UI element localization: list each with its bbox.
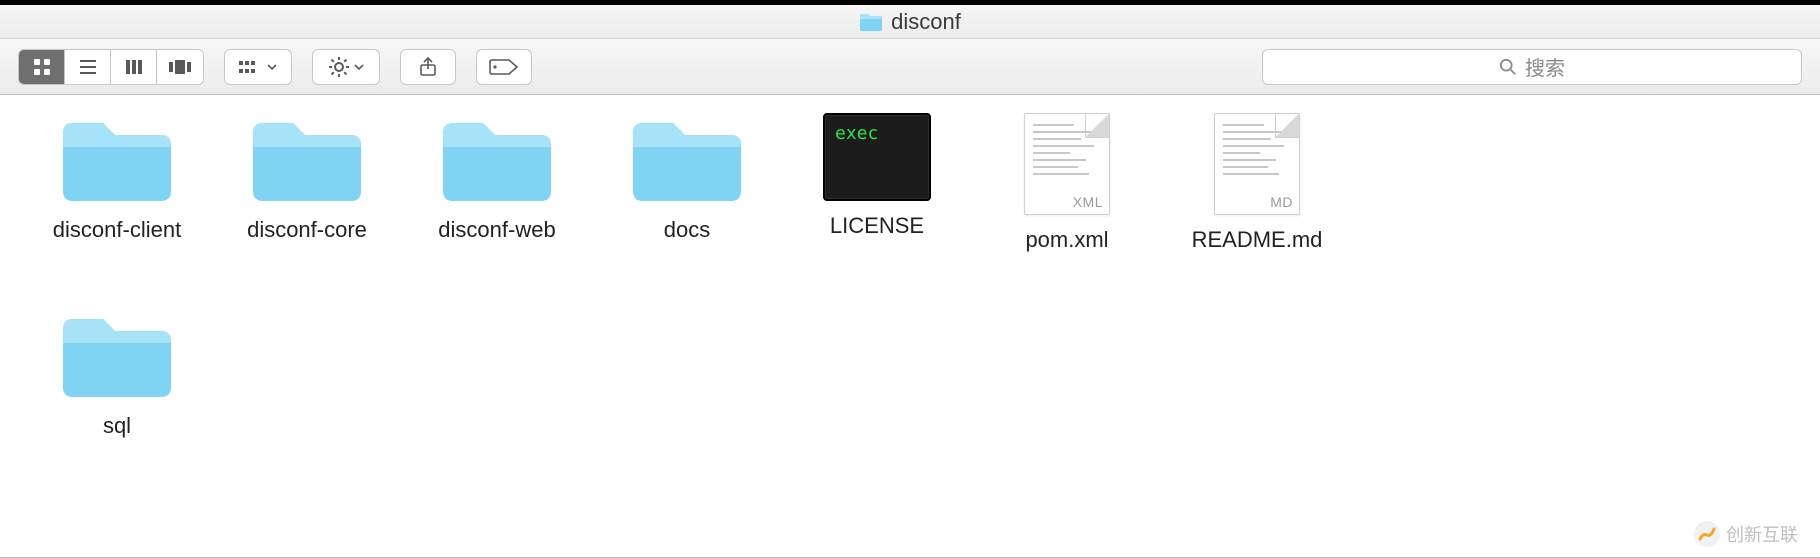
title-folder-chip: disconf xyxy=(859,9,961,35)
file-label: disconf-client xyxy=(53,217,181,243)
file-item[interactable]: disconf-web xyxy=(402,113,592,253)
document-icon: MD xyxy=(1214,113,1300,215)
file-label: disconf-core xyxy=(247,217,367,243)
file-item[interactable]: exec LICENSE xyxy=(782,113,972,253)
arrange-button[interactable] xyxy=(224,49,292,85)
file-label: disconf-web xyxy=(438,217,555,243)
file-item[interactable]: disconf-client xyxy=(22,113,212,253)
view-columns-button[interactable] xyxy=(111,50,157,84)
grid-icon xyxy=(32,57,52,77)
search-input[interactable]: 搜索 xyxy=(1262,49,1802,85)
arrange-icon xyxy=(239,59,263,75)
file-item[interactable]: XML pom.xml xyxy=(972,113,1162,253)
watermark-text: 创新互联 xyxy=(1726,521,1798,547)
window-title: disconf xyxy=(891,9,961,35)
tags-button[interactable] xyxy=(476,49,532,85)
view-icon-button[interactable] xyxy=(19,50,65,84)
toolbar: 搜索 xyxy=(0,39,1820,95)
folder-icon xyxy=(57,113,177,205)
folder-icon xyxy=(247,113,367,205)
search-placeholder: 搜索 xyxy=(1525,52,1565,81)
file-item[interactable]: disconf-core xyxy=(212,113,402,253)
columns-icon xyxy=(124,57,144,77)
action-button[interactable] xyxy=(312,49,380,85)
chevron-down-icon xyxy=(354,62,364,72)
file-label: LICENSE xyxy=(830,213,924,239)
search-icon xyxy=(1499,58,1517,76)
folder-icon xyxy=(627,113,747,205)
folder-icon xyxy=(437,113,557,205)
coverflow-icon xyxy=(168,59,192,75)
file-grid: disconf-client disconf-core disconf-web … xyxy=(22,113,1798,439)
watermark-icon xyxy=(1694,521,1720,547)
titlebar[interactable]: disconf xyxy=(0,5,1820,39)
list-icon xyxy=(78,57,98,77)
view-list-button[interactable] xyxy=(65,50,111,84)
file-label: pom.xml xyxy=(1025,227,1108,253)
exec-icon: exec xyxy=(823,113,931,201)
file-label: sql xyxy=(103,413,131,439)
file-item[interactable]: docs xyxy=(592,113,782,253)
file-label: docs xyxy=(664,217,710,243)
finder-window: disconf xyxy=(0,0,1820,558)
view-coverflow-button[interactable] xyxy=(157,50,203,84)
folder-icon xyxy=(57,309,177,401)
file-item[interactable]: MD README.md xyxy=(1162,113,1352,253)
view-switcher xyxy=(18,49,204,85)
file-item[interactable]: sql xyxy=(22,309,212,439)
gear-icon xyxy=(328,56,350,78)
tag-icon xyxy=(489,58,519,76)
chevron-down-icon xyxy=(267,62,277,72)
watermark: 创新互联 xyxy=(1694,521,1798,547)
share-icon xyxy=(419,57,437,77)
folder-icon xyxy=(859,12,883,32)
share-button[interactable] xyxy=(400,49,456,85)
document-icon: XML xyxy=(1024,113,1110,215)
content-area[interactable]: disconf-client disconf-core disconf-web … xyxy=(0,95,1820,557)
file-label: README.md xyxy=(1192,227,1323,253)
